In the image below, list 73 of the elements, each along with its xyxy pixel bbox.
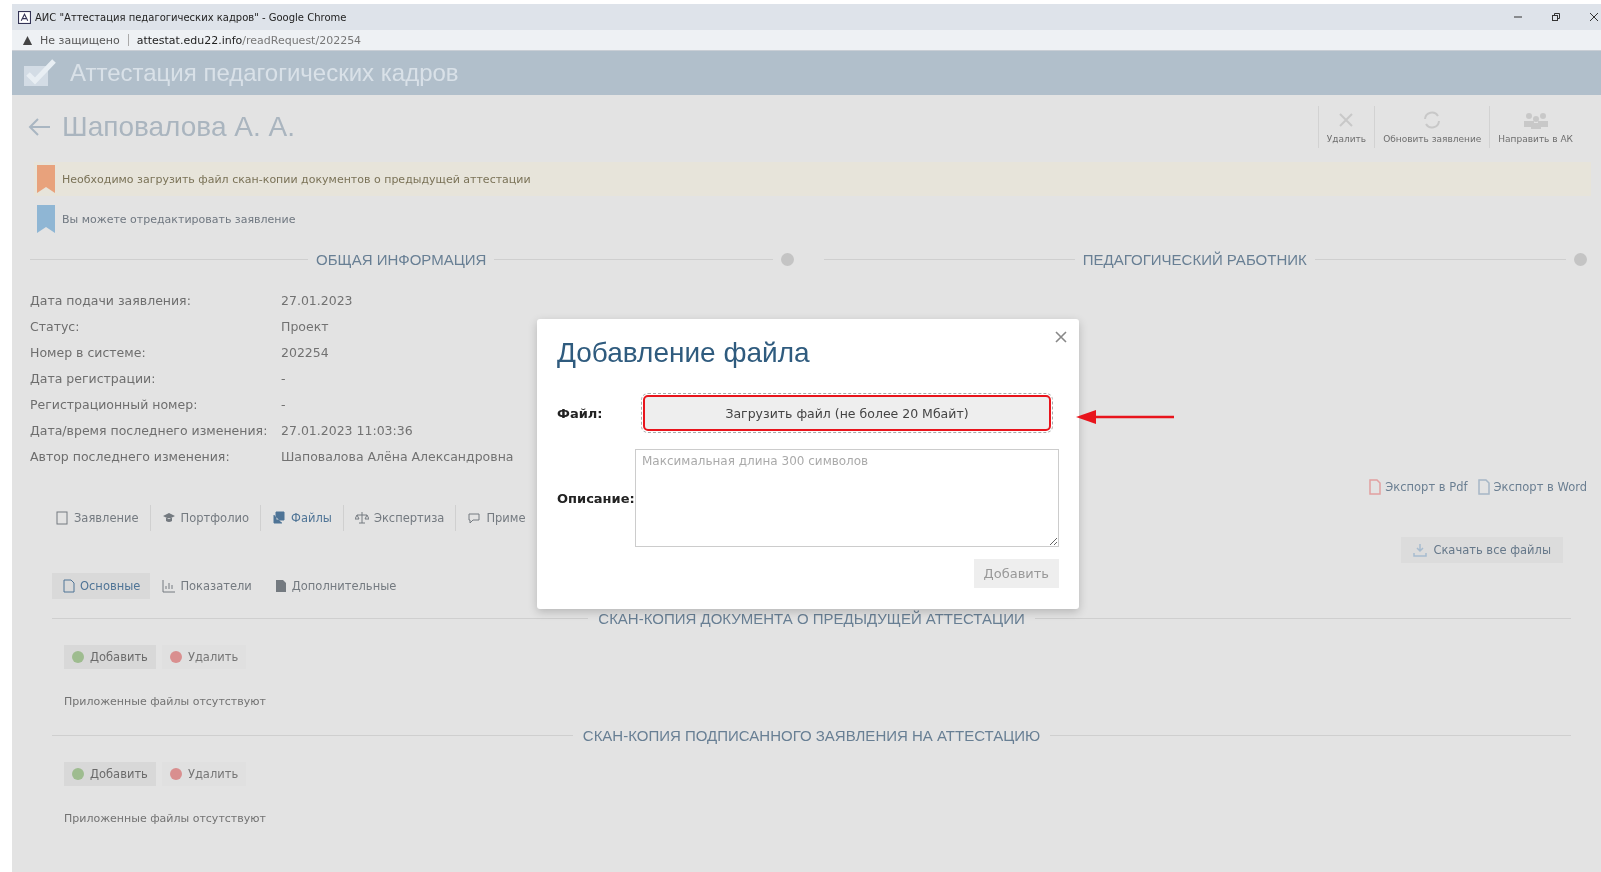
tab[interactable]: Приме — [456, 505, 537, 531]
restore-icon[interactable] — [1551, 12, 1561, 22]
tab[interactable]: Портфолио — [150, 505, 262, 531]
document-icon — [1369, 479, 1382, 495]
app-logo-icon — [18, 10, 31, 24]
toolbar-button[interactable]: Удалить — [1317, 106, 1375, 148]
field-value: - — [281, 370, 286, 386]
subtab[interactable]: Основные — [52, 573, 151, 599]
plus-circle-icon — [72, 768, 84, 780]
section-title: СКАН-КОПИЯ ПОДПИСАННОГО ЗАЯВЛЕНИЯ НА АТТЕСТАЦИЮ — [582, 726, 1041, 744]
field-label: Файл: — [557, 405, 604, 421]
tab-icon — [273, 579, 288, 593]
submit-button[interactable]: Добавить — [973, 559, 1059, 588]
description-field[interactable]: Максимальная длина 300 символов — [635, 449, 1059, 547]
back-arrow-icon[interactable] — [28, 117, 52, 137]
plus-circle-icon — [72, 651, 84, 663]
alert-text: Необходимо загрузить файл скан-копии документов о предыдущей аттестации — [62, 172, 531, 186]
collapse-icon[interactable] — [1574, 252, 1587, 266]
address-bar[interactable]: Не защищено attestat.edu22.info/readRequest/202254 — [12, 30, 1601, 51]
add-button[interactable]: Добавить — [64, 762, 156, 786]
download-all-button[interactable]: Скачать все файлы — [1401, 537, 1563, 563]
tab-icon — [55, 511, 69, 525]
minus-circle-icon — [169, 651, 182, 663]
field-value: 27.01.2023 — [281, 292, 353, 308]
field-value: Проект — [281, 318, 329, 334]
empty-message: Приложенные файлы отсутствуют — [64, 695, 267, 708]
field-value: Шаповалова Алёна Александровна — [281, 448, 514, 464]
field-label: Описание: — [557, 490, 635, 506]
tab[interactable]: Экспертиза — [343, 505, 457, 531]
warning-icon — [22, 34, 33, 46]
url-text: attestat.edu22.info/readRequest/202254 — [136, 33, 362, 47]
upload-button[interactable]: Загрузить файл (не более 20 Мбайт) — [643, 395, 1051, 431]
field-label: Статус: — [30, 318, 81, 334]
field-value: 27.01.2023 11:03:36 — [281, 422, 413, 438]
section-title: СКАН-КОПИЯ ДОКУМЕНТА О ПРЕДЫДУЩЕЙ АТТЕСТАЦИИ — [598, 609, 1025, 627]
security-label: Не защищено — [40, 33, 120, 47]
tab[interactable]: Заявление — [44, 505, 151, 531]
close-icon[interactable] — [1589, 12, 1599, 22]
tab-icon — [161, 511, 176, 525]
document-icon — [1477, 479, 1490, 495]
field-value: - — [281, 396, 286, 412]
field-label: Номер в системе: — [30, 344, 147, 360]
tab-icon — [162, 579, 177, 593]
tab-icon — [467, 511, 482, 525]
empty-message: Приложенные файлы отсутствуют — [64, 812, 267, 825]
minus-circle-icon — [169, 768, 182, 780]
tab-icon — [272, 511, 287, 525]
add-button[interactable]: Добавить — [64, 645, 156, 669]
tab[interactable]: Файлы — [261, 505, 344, 531]
section-title: ПЕДАГОГИЧЕСКИЙ РАБОТНИК — [1082, 250, 1307, 268]
toolbar-button[interactable]: Обновить заявление — [1374, 106, 1490, 148]
export-link[interactable]: Экспорт в Pdf — [1369, 479, 1468, 495]
section-title: ОБЩАЯ ИНФОРМАЦИЯ — [316, 250, 487, 268]
field-label: Регистрационный номер: — [30, 396, 199, 412]
window-title: АИС "Аттестация педагогических кадров" - Google Chrome — [35, 11, 347, 23]
toolbar-button[interactable]: Направить в АК — [1489, 106, 1581, 148]
dialog-title: Добавление файла — [557, 337, 811, 369]
alert-text: Вы можете отредактировать заявление — [62, 212, 296, 226]
export-link[interactable]: Экспорт в Word — [1477, 479, 1587, 495]
field-label: Дата подачи заявления: — [30, 292, 192, 308]
page-title: Шаповалова А. А. — [62, 111, 295, 143]
collapse-icon[interactable] — [780, 252, 794, 266]
tab-icon — [62, 579, 76, 593]
field-label: Дата регистрации: — [30, 370, 157, 386]
field-label: Дата/время последнего изменения: — [30, 422, 269, 438]
refresh-icon — [1422, 110, 1443, 130]
field-label: Автор последнего изменения: — [30, 448, 231, 464]
download-icon — [1413, 543, 1428, 557]
field-value: 202254 — [281, 344, 329, 360]
subtab[interactable]: Показатели — [152, 573, 262, 599]
tab-icon — [354, 511, 369, 525]
subtab[interactable]: Дополнительные — [263, 573, 407, 599]
check-logo-icon — [22, 58, 56, 88]
